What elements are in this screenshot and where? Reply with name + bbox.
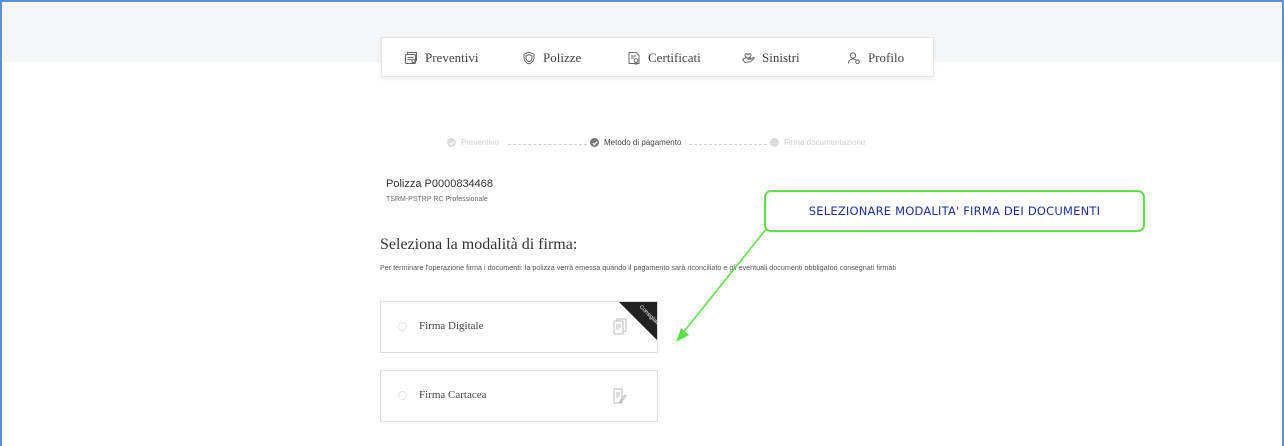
annotation-arrow [676, 227, 768, 342]
